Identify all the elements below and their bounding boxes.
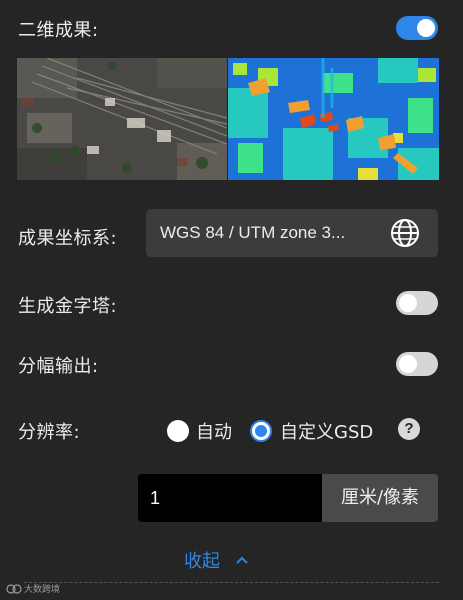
globe-icon[interactable]: [390, 218, 420, 248]
result-preview: [17, 58, 439, 180]
toggle-knob: [399, 355, 417, 373]
watermark: 大数跨境: [6, 582, 60, 595]
toggle-knob: [399, 294, 417, 312]
tiling-label: 分幅输出:: [18, 356, 99, 377]
gsd-input[interactable]: [138, 474, 322, 522]
crs-label: 成果坐标系:: [18, 228, 118, 249]
dsm-heightmap-image: [228, 58, 439, 180]
watermark-text: 大数跨境: [24, 585, 61, 595]
resolution-label: 分辨率:: [18, 422, 81, 443]
radio-custom-gsd[interactable]: [250, 420, 272, 442]
collapse-button[interactable]: 收起: [184, 548, 250, 572]
gsd-unit-label: 厘米/像素: [322, 474, 438, 522]
toggle-knob: [417, 19, 435, 37]
tiling-toggle[interactable]: [396, 352, 438, 376]
pyramid-toggle[interactable]: [396, 291, 438, 315]
crs-select[interactable]: WGS 84 / UTM zone 3...: [146, 209, 438, 257]
divider: [24, 582, 439, 583]
watermark-logo-icon: [6, 583, 22, 594]
radio-auto-label[interactable]: 自动: [196, 418, 232, 444]
radio-auto[interactable]: [167, 420, 189, 442]
collapse-label: 收起: [184, 551, 220, 572]
help-icon[interactable]: ?: [398, 418, 420, 440]
chevron-up-icon: [236, 556, 248, 564]
crs-value: WGS 84 / UTM zone 3...: [160, 223, 346, 242]
radio-custom-gsd-label[interactable]: 自定义GSD: [280, 418, 373, 444]
pyramid-label: 生成金字塔:: [18, 296, 118, 317]
result-2d-toggle[interactable]: [396, 16, 438, 40]
result-2d-label: 二维成果:: [18, 20, 99, 41]
aerial-photo-image: [17, 58, 227, 180]
